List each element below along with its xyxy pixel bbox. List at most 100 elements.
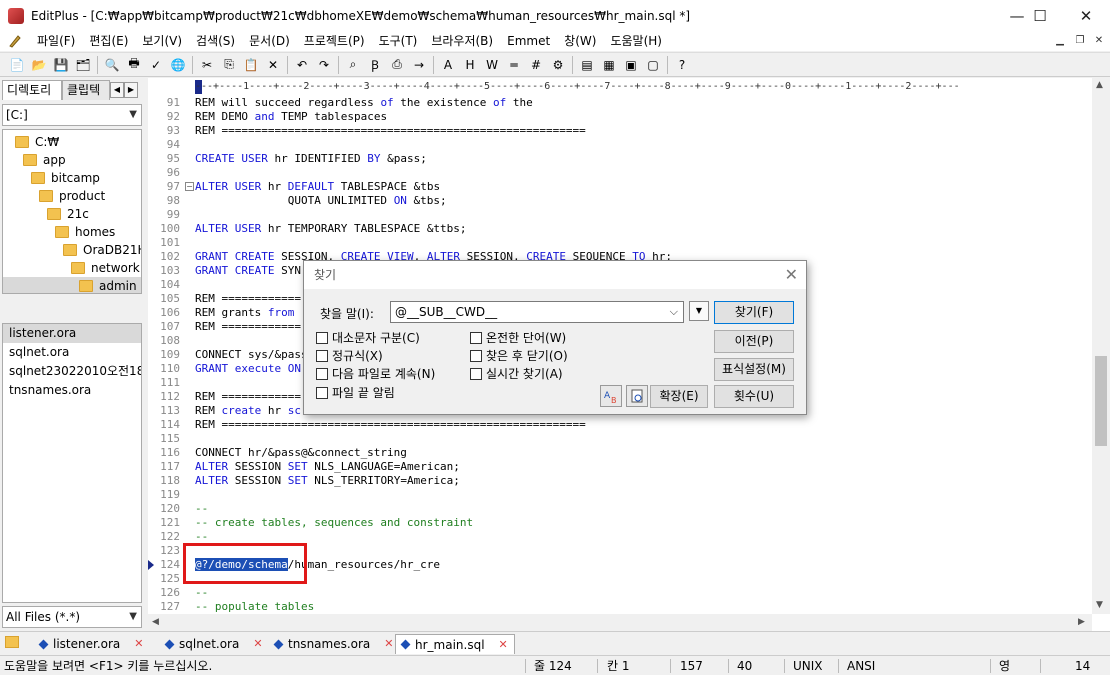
cut-icon[interactable]: ✂ [196,54,218,75]
delete-icon[interactable]: ✕ [262,54,284,75]
checkbox-box[interactable] [470,349,482,362]
checkbox-box[interactable] [470,331,482,344]
find-input[interactable]: @__SUB__CWD__ ⌵ [390,301,684,323]
save-icon[interactable]: 💾 [50,54,72,75]
code-line[interactable]: REM create hr sc [195,404,301,418]
count-button[interactable]: 횟수(U) [714,385,794,408]
menu-tools[interactable]: 도구(T) [372,31,425,51]
close-tab-icon[interactable]: ✕ [134,634,143,654]
find-previous-button[interactable]: 이전(P) [714,330,794,353]
save-all-icon[interactable]: 🗂 [72,54,94,75]
undo-icon[interactable]: ↶ [291,54,313,75]
checkbox-box[interactable] [316,367,328,380]
screen-icon[interactable]: ▢ [642,54,664,75]
checkbox-box[interactable] [316,386,328,399]
checkbox-box[interactable] [316,331,328,344]
code-line[interactable]: -- create tables, sequences and constrai… [195,516,473,530]
drive-select[interactable]: [C:] ▼ [2,104,142,126]
file-list-item[interactable]: listener.ora [3,324,141,343]
code-line[interactable]: -- [195,530,208,544]
copy-icon[interactable]: ⎘ [218,54,240,75]
replace-icon[interactable]: Ꞵ [364,54,386,75]
maximize-button[interactable]: ☐ [1017,0,1063,31]
checkbox-close-after-find[interactable]: 찾은 후 닫기(O) [470,347,568,364]
tree-folder[interactable]: homes [3,223,141,241]
open-icon[interactable]: 📂 [28,54,50,75]
expand-button[interactable]: 확장(E) [650,385,708,408]
find-in-files-icon[interactable]: ⎙ [386,54,408,75]
checkbox-box[interactable] [470,367,482,380]
code-line[interactable]: CONNECT hr/&pass@&connect_string [195,446,407,460]
code-line[interactable]: QUOTA UNLIMITED ON &tbs; [195,194,447,208]
file-list-item[interactable]: sqlnet23022010오전181 [3,362,141,381]
chevron-down-icon[interactable]: ⌵ [670,302,678,322]
find-button[interactable]: 찾기(F) [714,301,794,324]
redo-icon[interactable]: ↷ [313,54,335,75]
vertical-scroll-thumb[interactable] [1095,356,1107,446]
tab-cliptext[interactable]: 클립텍 [62,80,110,100]
menu-edit[interactable]: 편집(E) [82,31,135,51]
code-line[interactable]: -- [195,586,208,600]
checkbox-end-of-file-notify[interactable]: 파일 끝 알림 [316,384,395,401]
tree-folder[interactable]: admin [3,277,141,293]
fold-toggle-icon[interactable]: − [185,182,194,191]
browser-icon[interactable]: 🌐 [167,54,189,75]
mdi-restore-button[interactable]: ❐ [1071,33,1089,49]
checkbox-box[interactable] [316,349,328,362]
doc-tab[interactable]: sqlnet.ora ✕ [164,634,263,654]
code-line[interactable]: ALTER USER hr DEFAULT TABLESPACE &tbs [195,180,440,194]
replace-icon[interactable]: AB [600,385,622,407]
find-icon[interactable]: ⌕ [342,54,364,75]
mdi-minimize-button[interactable]: ▁ [1051,33,1069,49]
code-line[interactable]: REM ============ [195,292,301,306]
doc-tab[interactable]: listener.ora ✕ [38,634,144,654]
code-line[interactable]: ALTER SESSION SET NLS_LANGUAGE=American; [195,460,460,474]
tree-folder[interactable]: 21c [3,205,141,223]
file-list-item[interactable]: tnsnames.ora [3,381,141,400]
hx-icon[interactable]: H [459,54,481,75]
tree-folder[interactable]: OraDB21Hom [3,241,141,259]
spellcheck-icon[interactable]: ✓ [145,54,167,75]
checkbox-match-case[interactable]: 대소문자 구분(C) [316,329,420,346]
menu-help[interactable]: 도움말(H) [603,31,669,51]
doc-tab[interactable]: hr_main.sql ✕ [395,634,515,654]
scroll-up-icon[interactable]: ▲ [1096,80,1103,90]
scroll-right-icon[interactable]: ▶ [1078,617,1085,627]
find-menu-button[interactable]: ▼ [689,301,709,321]
vertical-scrollbar[interactable]: ▲ ▼ [1092,78,1110,614]
scroll-left-icon[interactable]: ◀ [152,617,159,627]
tree-folder[interactable]: bitcamp [3,169,141,187]
horizontal-scrollbar[interactable]: ◀ ▶ [148,614,1092,631]
checkbox-whole-word[interactable]: 온전한 단어(W) [470,329,566,346]
tree-folder[interactable]: network [3,259,141,277]
code-line[interactable]: REM ====================================… [195,124,586,138]
status-eol[interactable]: UNIX [793,656,823,676]
tab-directory[interactable]: 디렉토리 [2,80,62,100]
file-list-item[interactable]: sqlnet.ora [3,343,141,362]
code-line[interactable]: -- [195,502,208,516]
mark-button[interactable]: 표식설정(M) [714,358,794,381]
word-wrap-icon[interactable]: W [481,54,503,75]
code-line[interactable]: -- populate tables [195,600,314,614]
help-icon[interactable]: ? [671,54,693,75]
menu-browser[interactable]: 브라우저(B) [424,31,500,51]
clip-icon[interactable]: ▣ [620,54,642,75]
tab-next-button[interactable]: ▶ [124,82,138,98]
panel-icon[interactable]: ▤ [576,54,598,75]
tree-folder[interactable]: C:₩ [3,133,141,151]
code-line[interactable]: REM ====================================… [195,418,586,432]
folder-icon[interactable] [5,636,19,648]
close-tab-icon[interactable]: ✕ [253,634,262,654]
font-icon[interactable]: A [437,54,459,75]
close-tab-icon[interactable]: ✕ [499,635,508,655]
menu-file[interactable]: 파일(F) [30,31,82,51]
code-line[interactable]: ALTER SESSION SET NLS_TERRITORY=America; [195,474,460,488]
output-icon[interactable]: ▦ [598,54,620,75]
new-icon[interactable]: 📄 [6,54,28,75]
checkbox-continue-next-file[interactable]: 다음 파일로 계속(N) [316,365,435,382]
close-button[interactable]: ✕ [1063,0,1109,31]
file-filter-select[interactable]: All Files (*.*) ▼ [2,606,142,628]
settings-icon[interactable]: ⚙ [547,54,569,75]
code-line[interactable]: REM DEMO and TEMP tablespaces [195,110,387,124]
paste-icon[interactable]: 📋 [240,54,262,75]
